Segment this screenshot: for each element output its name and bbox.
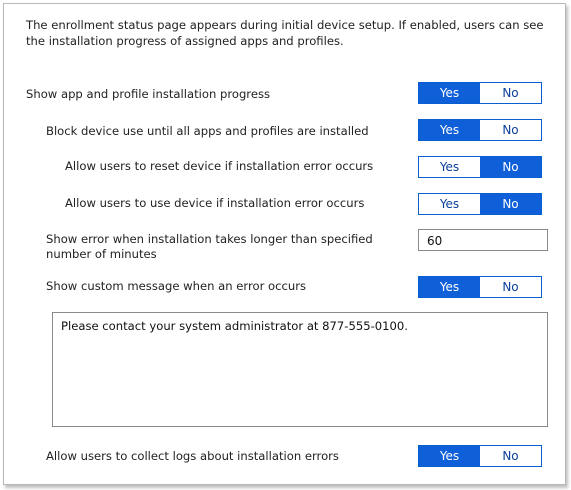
timeout-label: Show error when installation takes longe… [46, 232, 373, 261]
toggle-no-option[interactable]: No [480, 157, 541, 177]
setting-label-collect-logs: Allow users to collect logs about instal… [46, 449, 339, 463]
toggle-allow-reset[interactable]: Yes No [418, 156, 542, 178]
toggle-yes-option[interactable]: Yes [419, 194, 480, 214]
toggle-show-progress[interactable]: Yes No [418, 82, 542, 104]
toggle-yes-option[interactable]: Yes [419, 83, 480, 103]
setting-label-allow-reset: Allow users to reset device if installat… [65, 159, 374, 173]
toggle-block-device-use[interactable]: Yes No [418, 119, 542, 141]
toggle-yes-option[interactable]: Yes [419, 120, 480, 140]
toggle-no-option[interactable]: No [480, 446, 541, 466]
setting-label-block-device-use: Block device use until all apps and prof… [46, 124, 369, 138]
toggle-no-option[interactable]: No [480, 277, 541, 297]
custom-message-textarea[interactable]: Please contact your system administrator… [52, 312, 548, 427]
toggle-yes-option[interactable]: Yes [419, 277, 480, 297]
toggle-collect-logs[interactable]: Yes No [418, 445, 542, 467]
toggle-custom-message[interactable]: Yes No [418, 276, 542, 298]
toggle-yes-option[interactable]: Yes [419, 446, 480, 466]
toggle-yes-option[interactable]: Yes [419, 157, 480, 177]
intro-text: The enrollment status page appears durin… [26, 18, 544, 48]
setting-label-custom-message: Show custom message when an error occurs [46, 279, 307, 293]
toggle-no-option[interactable]: No [480, 83, 541, 103]
toggle-no-option[interactable]: No [480, 194, 541, 214]
toggle-allow-use[interactable]: Yes No [418, 193, 542, 215]
timeout-minutes-input[interactable]: 60 [418, 229, 548, 251]
toggle-no-option[interactable]: No [480, 120, 541, 140]
setting-label-show-progress: Show app and profile installation progre… [26, 87, 271, 101]
setting-label-allow-use: Allow users to use device if installatio… [65, 196, 365, 210]
enrollment-status-panel: The enrollment status page appears durin… [3, 3, 566, 485]
